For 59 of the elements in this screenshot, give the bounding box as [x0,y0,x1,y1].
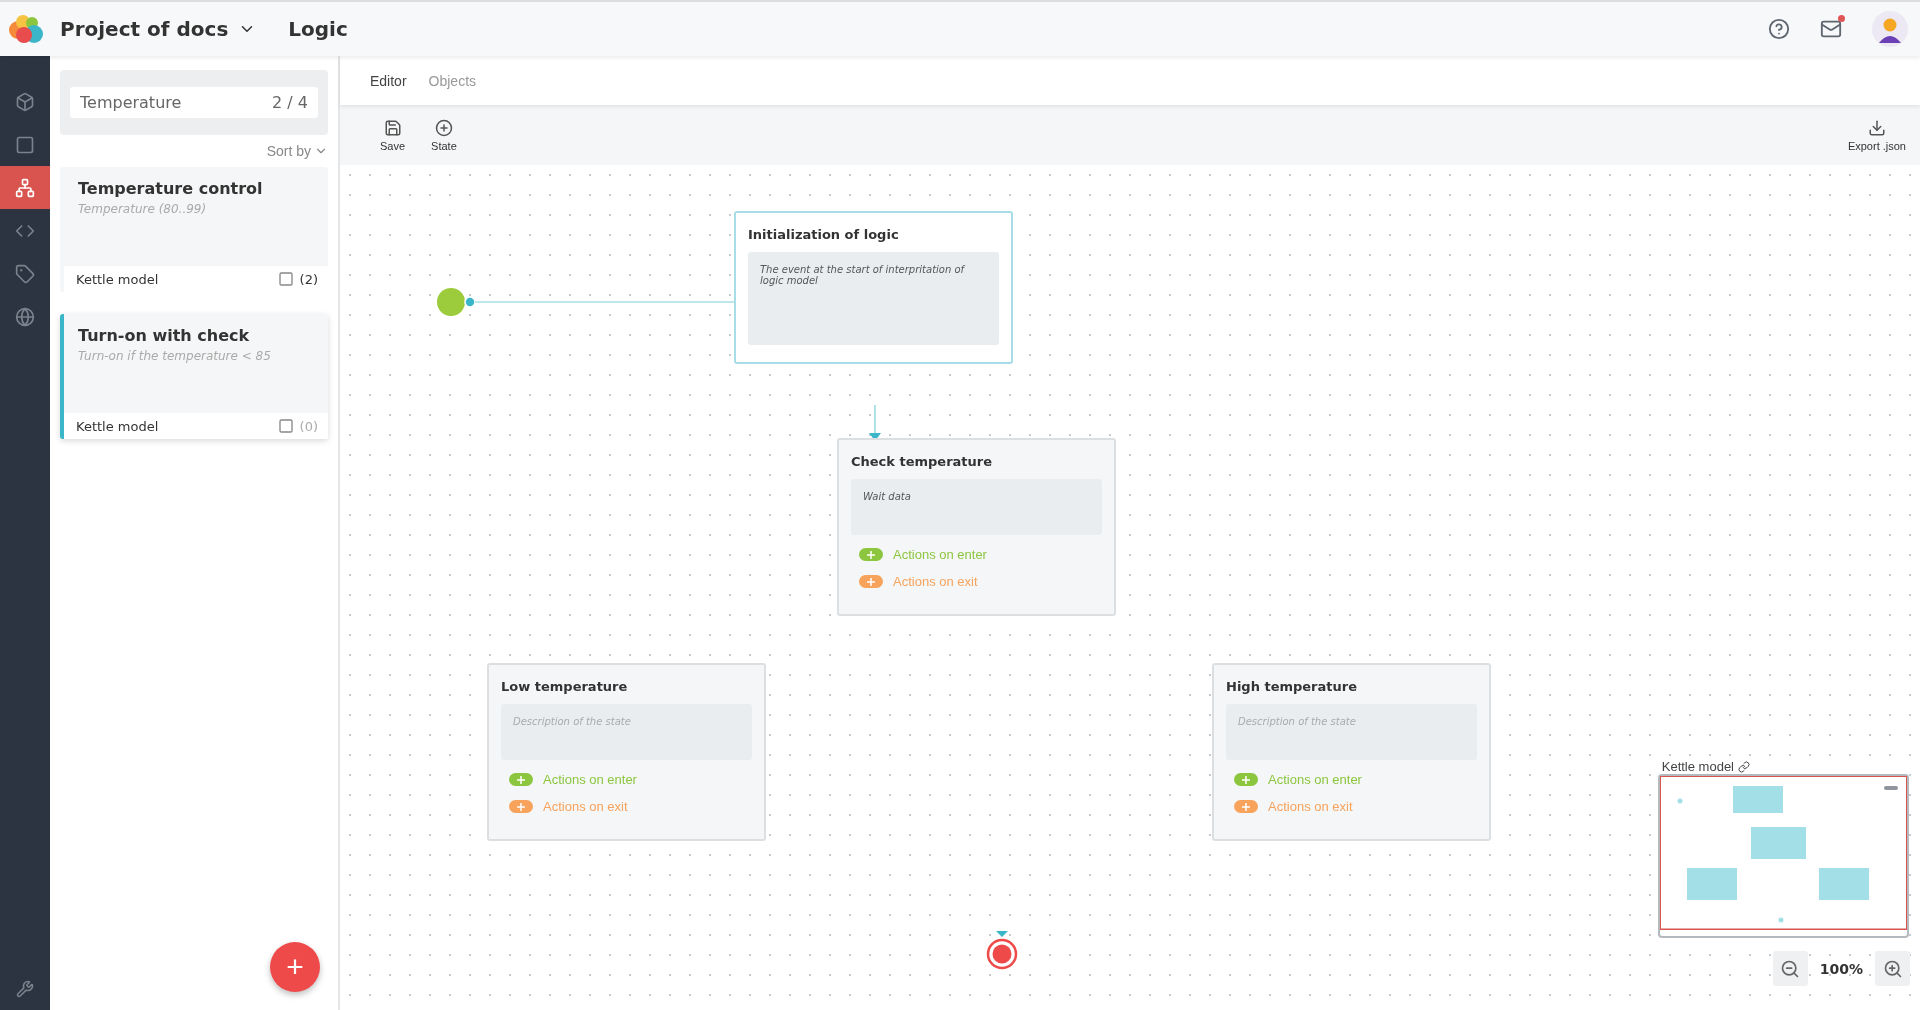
plus-icon [859,548,883,561]
description-field[interactable]: The event at the start of interpritation of logic model [748,252,999,345]
download-icon [1867,118,1886,137]
sort-button[interactable]: Sort by [266,143,328,159]
zoom-in-button[interactable] [1875,951,1910,986]
page-title: Logic [288,17,348,41]
zoom-out-button[interactable] [1772,951,1808,986]
card-title: Temperature control [77,178,264,200]
hierarchy-icon [15,177,35,198]
logic-card[interactable]: Temperature control Temperature (80..99) Kettle model (2) [60,167,328,292]
cube-icon [15,91,35,112]
search-field[interactable]: Temperature 2 / 4 [70,87,318,118]
object-icon [277,271,294,287]
nav-item[interactable] [0,166,50,209]
plus-icon [509,773,533,786]
zoom-level: 100% [1819,960,1863,977]
zoom-in-icon [1882,958,1903,979]
object-icon [277,418,294,434]
node-title: Initialization of logic [748,227,900,242]
node-title: High temperature [1226,679,1358,694]
plus-icon [1234,773,1258,786]
object-count: (0) [299,418,318,434]
model-name: Kettle model [76,271,159,287]
event-node[interactable]: Initialization of logic The event at the start of interpritation of logic model [734,211,1013,364]
end-node-icon [986,931,1018,971]
plus-icon [1234,800,1258,813]
wrench-icon [16,979,34,998]
project-selector[interactable]: Project of docs [60,17,257,41]
card-subtitle: Temperature (80..99) [77,202,208,218]
save-button[interactable]: Save [380,118,406,152]
state-button[interactable]: State [431,118,457,152]
globe-icon [15,306,35,327]
mail-button[interactable] [1820,18,1842,40]
state-node[interactable]: Check temperature Wait data Actions on enter Actions on exit [837,438,1116,616]
add-button[interactable]: + [270,942,320,992]
description-field[interactable]: Wait data [851,479,1102,535]
mail-icon [1820,18,1842,40]
help-button[interactable] [1768,18,1790,40]
node-title: Check temperature [851,454,994,469]
plus-icon [509,800,533,813]
help-icon [1768,18,1790,40]
tab[interactable]: Editor [370,72,407,89]
model-name: Kettle model [76,418,159,434]
export-button[interactable]: Export .json [1847,118,1906,152]
card-subtitle: Turn-on if the temperature < 85 [77,349,272,365]
tag-icon [15,263,35,284]
avatar-icon[interactable] [1872,11,1908,47]
card-title: Turn-on with check [77,325,251,347]
node-title: Low temperature [501,679,629,694]
zoom-out-icon [1780,958,1801,979]
save-icon [383,118,402,137]
result-count: 2 / 4 [272,93,308,112]
object-count: (2) [299,271,318,287]
minimap-title[interactable]: Kettle model [1661,759,1750,774]
plus-icon [859,575,883,588]
frame-icon [15,134,35,155]
plus-circle-icon [434,118,453,137]
link-icon [1738,760,1750,773]
logic-card[interactable]: Turn-on with check Turn-on if the temperature < 85 Kettle model (0) [60,314,328,439]
